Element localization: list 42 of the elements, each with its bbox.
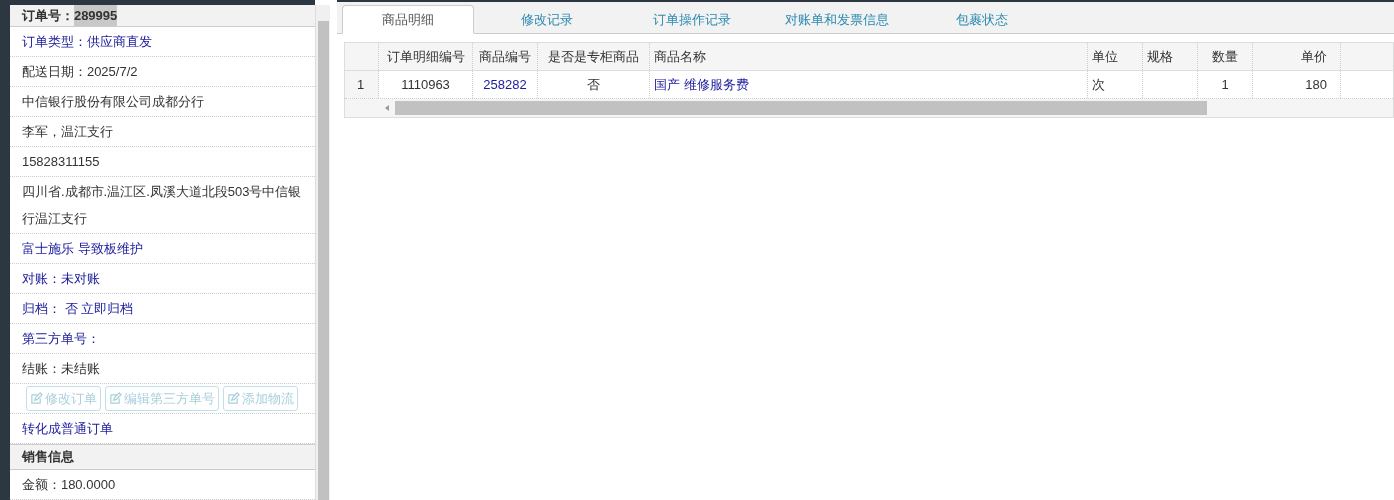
tab[interactable]: 包裹状态 [909,5,1054,34]
row-number: 1 [345,71,379,98]
info-link[interactable]: 订单类型：供应商直发 [21,34,152,50]
tab[interactable]: 订单操作记录 [619,5,764,34]
table-cell: 180 [1253,71,1341,98]
column-header: 是否是专柜商品 [538,43,650,70]
tab[interactable]: 商品明细 [342,5,474,34]
table-cell: 否 [538,71,650,98]
tab[interactable]: 对账单和发票信息 [764,5,909,34]
edit-icon [226,392,240,406]
info-text: 中信银行股份有限公司成都分行 [21,93,205,112]
info-link[interactable]: 富士施乐 导致板维护 [21,241,143,257]
column-header: 商品编号 [473,43,538,70]
table-cell[interactable]: 国产 维修服务费 [650,71,1088,98]
column-header: 单价 [1253,43,1341,70]
info-text: 配送日期：2025/7/2 [21,63,139,82]
info-text: 金额：180.0000 [21,476,117,494]
info-text: 15828311155 [21,153,101,172]
table-cell[interactable]: 258282 [473,71,538,98]
section-title: 销售信息 [21,448,74,467]
edit-icon [29,392,43,406]
edit-icon [108,392,122,406]
scroll-left-icon[interactable] [383,104,391,112]
tab[interactable]: 修改记录 [474,5,619,34]
column-header: 订单明细编号 [379,43,473,70]
table-cell: 1 [1198,71,1253,98]
table-cell: 次 [1088,71,1143,98]
info-text: 李军，温江支行 [21,123,114,142]
info-text: 四川省.成都市.温江区.凤溪大道北段503号中信银行温江支行 [21,183,303,229]
column-header: 商品名称 [650,43,1088,70]
info-link[interactable]: 第三方单号： [21,331,100,347]
order-label: 订单号： [21,6,74,25]
info-link[interactable]: 归档： 否 立即归档 [21,301,134,317]
info-link[interactable]: 对账：未对账 [21,271,100,287]
column-header: 规格 [1143,43,1198,70]
info-link[interactable]: 转化成普通订单 [21,421,113,437]
order-number: 289995 [73,5,118,27]
column-header: 数量 [1198,43,1253,70]
table-cell: 1110963 [379,71,473,98]
column-header: 单位 [1088,43,1143,70]
info-text: 结账：未结账 [21,360,101,379]
scrollbar[interactable] [315,5,331,500]
